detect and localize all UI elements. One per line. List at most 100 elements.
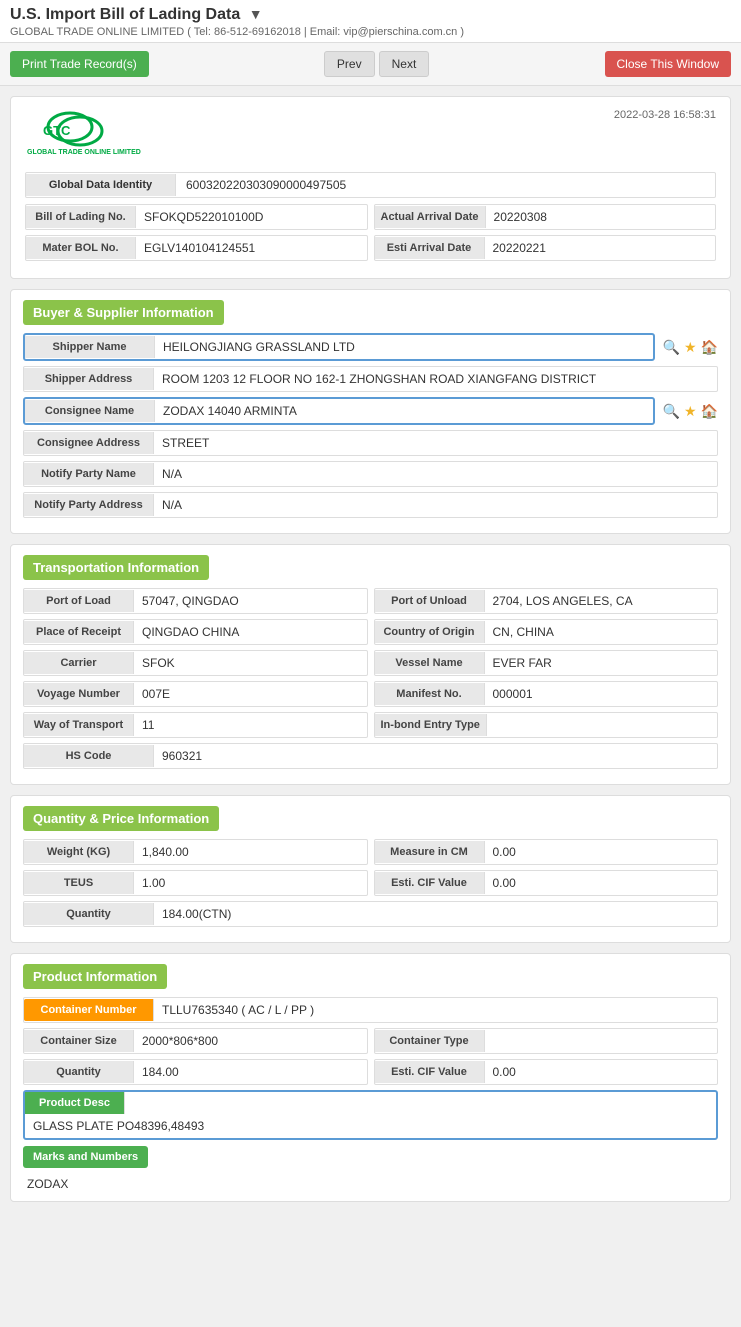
teus-cif-row: TEUS 1.00 Esti. CIF Value 0.00	[23, 870, 718, 896]
consignee-name-value: ZODAX 14040 ARMINTA	[155, 399, 653, 423]
product-desc-content: GLASS PLATE PO48396,48493	[25, 1114, 716, 1138]
way-inbond-row: Way of Transport 11 In-bond Entry Type	[23, 712, 718, 738]
way-of-transport-value: 11	[134, 713, 367, 737]
manifest-no-label: Manifest No.	[375, 683, 485, 705]
consignee-address-label: Consignee Address	[24, 432, 154, 454]
container-type-label: Container Type	[375, 1030, 485, 1052]
shipper-address-row: Shipper Address ROOM 1203 12 FLOOR NO 16…	[23, 366, 718, 392]
carrier-value: SFOK	[134, 651, 367, 675]
record-card: GLOBAL TRADE ONLINE LIMITED GTC 2022-03-…	[10, 96, 731, 279]
weight-value: 1,840.00	[134, 840, 367, 864]
record-header: GLOBAL TRADE ONLINE LIMITED GTC 2022-03-…	[25, 109, 716, 162]
actual-arrival-date-value: 20220308	[486, 205, 715, 229]
measure-in-cm-value: 0.00	[485, 840, 718, 864]
product-quantity-cif-row: Quantity 184.00 Esti. CIF Value 0.00	[23, 1059, 718, 1085]
buyer-supplier-section-title: Buyer & Supplier Information	[23, 300, 224, 325]
way-of-transport-field: Way of Transport 11	[23, 712, 368, 738]
carrier-label: Carrier	[24, 652, 134, 674]
shipper-name-label: Shipper Name	[25, 336, 155, 358]
print-button[interactable]: Print Trade Record(s)	[10, 51, 149, 77]
page-title: U.S. Import Bill of Lading Data ▼	[10, 6, 263, 24]
way-of-transport-label: Way of Transport	[24, 714, 134, 736]
carrier-field: Carrier SFOK	[23, 650, 368, 676]
consignee-name-row: Consignee Name ZODAX 14040 ARMINTA 🔍 ★ 🏠	[23, 397, 718, 425]
global-data-identity-row: Global Data Identity 6003202203030900004…	[25, 172, 716, 198]
mater-bol-field: Mater BOL No. EGLV140104124551	[25, 235, 368, 261]
quantity-label: Quantity	[24, 903, 154, 925]
port-of-load-field: Port of Load 57047, QINGDAO	[23, 588, 368, 614]
actual-arrival-date-label: Actual Arrival Date	[375, 206, 486, 228]
esti-arrival-date-value: 20220221	[485, 236, 716, 260]
mater-bol-value: EGLV140104124551	[136, 236, 367, 260]
marks-and-numbers-label: Marks and Numbers	[23, 1146, 148, 1168]
voyage-number-value: 007E	[134, 682, 367, 706]
esti-arrival-date-field: Esti Arrival Date 20220221	[374, 235, 717, 261]
container-type-field: Container Type	[374, 1028, 719, 1054]
svg-text:GTC: GTC	[43, 123, 71, 138]
manifest-no-value: 000001	[485, 682, 718, 706]
close-button[interactable]: Close This Window	[605, 51, 731, 77]
port-of-load-label: Port of Load	[24, 590, 134, 612]
voyage-number-label: Voyage Number	[24, 683, 134, 705]
shipper-name-field: Shipper Name HEILONGJIANG GRASSLAND LTD	[23, 333, 655, 361]
main-content: GLOBAL TRADE ONLINE LIMITED GTC 2022-03-…	[0, 86, 741, 1222]
place-of-receipt-label: Place of Receipt	[24, 621, 134, 643]
vessel-name-value: EVER FAR	[485, 651, 718, 675]
consignee-search-icon[interactable]: 🔍	[663, 403, 680, 420]
product-section: Product Information Container Number TLL…	[10, 953, 731, 1202]
place-of-receipt-value: QINGDAO CHINA	[134, 620, 367, 644]
home-icon[interactable]: 🏠	[701, 339, 718, 356]
esti-cif-label: Esti. CIF Value	[375, 872, 485, 894]
quantity-price-section-title: Quantity & Price Information	[23, 806, 219, 831]
teus-value: 1.00	[134, 871, 367, 895]
svg-text:GLOBAL TRADE ONLINE LIMITED: GLOBAL TRADE ONLINE LIMITED	[27, 149, 141, 156]
measure-in-cm-label: Measure in CM	[375, 841, 485, 863]
quantity-price-section: Quantity & Price Information Weight (KG)…	[10, 795, 731, 943]
dropdown-arrow-icon[interactable]: ▼	[249, 6, 263, 22]
container-number-value: TLLU7635340 ( AC / L / PP )	[154, 998, 717, 1022]
product-quantity-field: Quantity 184.00	[23, 1059, 368, 1085]
quantity-row: Quantity 184.00(CTN)	[23, 901, 718, 927]
shipper-name-row: Shipper Name HEILONGJIANG GRASSLAND LTD …	[23, 333, 718, 361]
logo-area: GLOBAL TRADE ONLINE LIMITED GTC	[25, 109, 145, 162]
container-number-label: Container Number	[24, 999, 154, 1021]
toolbar-right: Close This Window	[605, 51, 731, 77]
consignee-star-icon[interactable]: ★	[684, 403, 697, 420]
shipper-address-label: Shipper Address	[24, 368, 154, 390]
company-logo: GLOBAL TRADE ONLINE LIMITED GTC	[25, 109, 145, 159]
hs-code-label: HS Code	[24, 745, 154, 767]
notify-party-address-row: Notify Party Address N/A	[23, 492, 718, 518]
shipper-name-value: HEILONGJIANG GRASSLAND LTD	[155, 335, 653, 359]
consignee-icons: 🔍 ★ 🏠	[663, 403, 718, 420]
prev-button[interactable]: Prev	[324, 51, 375, 77]
consignee-home-icon[interactable]: 🏠	[701, 403, 718, 420]
container-number-row: Container Number TLLU7635340 ( AC / L / …	[23, 997, 718, 1023]
next-button[interactable]: Next	[379, 51, 430, 77]
product-desc-header: Product Desc	[25, 1092, 716, 1114]
product-esti-cif-label: Esti. CIF Value	[375, 1061, 485, 1083]
container-size-label: Container Size	[24, 1030, 134, 1052]
weight-measure-row: Weight (KG) 1,840.00 Measure in CM 0.00	[23, 839, 718, 865]
buyer-supplier-section: Buyer & Supplier Information Shipper Nam…	[10, 289, 731, 534]
esti-arrival-date-label: Esti Arrival Date	[375, 237, 485, 259]
product-desc-box: Product Desc GLASS PLATE PO48396,48493	[23, 1090, 718, 1140]
country-of-origin-value: CN, CHINA	[485, 620, 718, 644]
bill-of-lading-field: Bill of Lading No. SFOKQD522010100D	[25, 204, 368, 230]
port-of-unload-field: Port of Unload 2704, LOS ANGELES, CA	[374, 588, 719, 614]
product-esti-cif-field: Esti. CIF Value 0.00	[374, 1059, 719, 1085]
star-icon[interactable]: ★	[684, 339, 697, 356]
consignee-name-field: Consignee Name ZODAX 14040 ARMINTA	[23, 397, 655, 425]
voyage-number-field: Voyage Number 007E	[23, 681, 368, 707]
weight-label: Weight (KG)	[24, 841, 134, 863]
top-bar: U.S. Import Bill of Lading Data ▼ GLOBAL…	[0, 0, 741, 43]
container-type-value	[485, 1036, 718, 1046]
in-bond-entry-type-field: In-bond Entry Type	[374, 712, 719, 738]
place-country-row: Place of Receipt QINGDAO CHINA Country o…	[23, 619, 718, 645]
bill-of-lading-label: Bill of Lading No.	[26, 206, 136, 228]
global-data-identity-value: 600320220303090000497505	[176, 173, 356, 197]
notify-party-address-label: Notify Party Address	[24, 494, 154, 516]
container-size-type-row: Container Size 2000*806*800 Container Ty…	[23, 1028, 718, 1054]
search-icon[interactable]: 🔍	[663, 339, 680, 356]
timestamp: 2022-03-28 16:58:31	[614, 109, 716, 121]
teus-label: TEUS	[24, 872, 134, 894]
